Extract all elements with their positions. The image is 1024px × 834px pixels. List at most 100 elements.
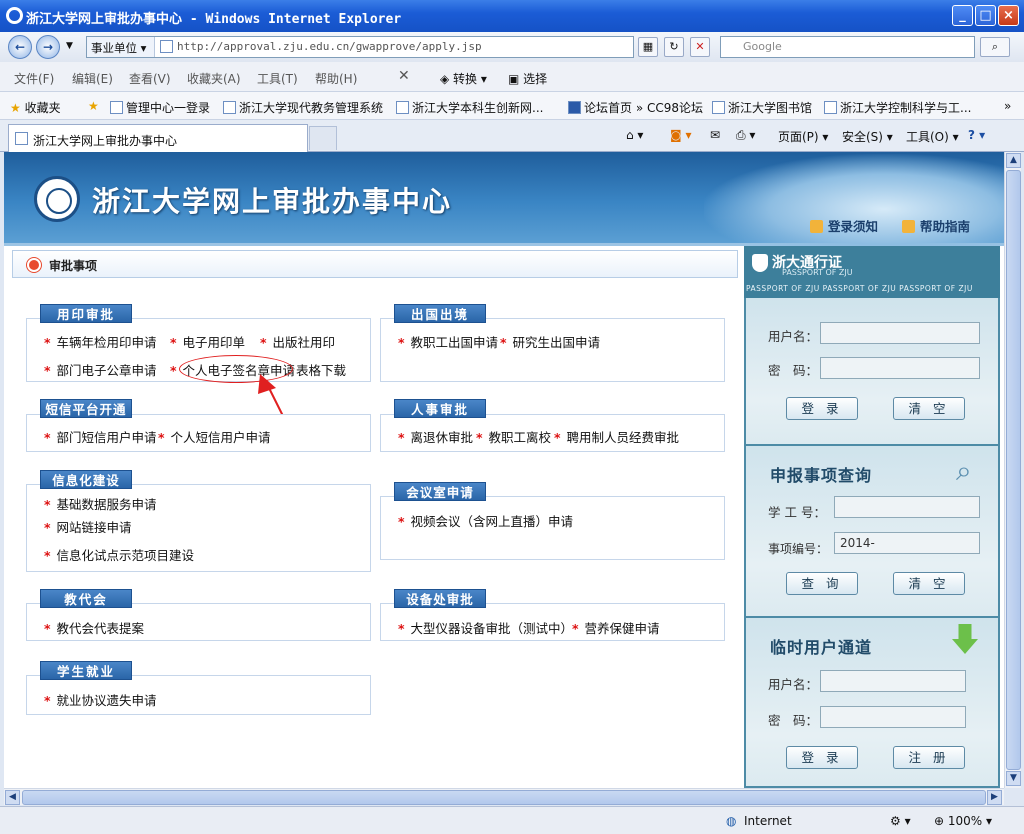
- menu-view[interactable]: 查看(V): [129, 70, 171, 87]
- item-contract-funds[interactable]: 聘用制人员经费审批: [554, 427, 680, 446]
- more-favorites-icon[interactable]: »: [1004, 99, 1011, 113]
- item-retirement[interactable]: 离退休审批: [398, 427, 474, 446]
- shield-icon: [752, 254, 768, 272]
- guide-icon: [902, 220, 915, 233]
- item-data-service[interactable]: 基础数据服务申请: [44, 494, 157, 513]
- item-staff-abroad[interactable]: 教职工出国申请: [398, 332, 499, 351]
- fav-link-0[interactable]: 管理中心一登录: [110, 99, 210, 116]
- item-congress-proposal[interactable]: 教代会代表提案: [44, 618, 145, 637]
- rss-icon[interactable]: ◙ ▾: [670, 128, 691, 142]
- search-icon[interactable]: ⌕: [980, 37, 1010, 57]
- menu-favorites[interactable]: 收藏夹(A): [187, 70, 241, 87]
- scroll-right-icon[interactable]: ▶: [987, 790, 1002, 805]
- page-menu[interactable]: 页面(P) ▾: [778, 128, 828, 145]
- select-button[interactable]: ▣ 选择: [508, 70, 547, 87]
- home-icon[interactable]: ⌂ ▾: [626, 128, 643, 142]
- menu-file[interactable]: 文件(F): [14, 70, 54, 87]
- menu-help[interactable]: 帮助(H): [315, 70, 357, 87]
- history-dropdown-icon[interactable]: ▼: [66, 41, 73, 51]
- fav-link-3[interactable]: 论坛首页 » CC98论坛: [568, 99, 703, 116]
- globe-icon: ◍: [726, 814, 737, 828]
- item-website-link[interactable]: 网站链接申请: [44, 517, 132, 536]
- clear-login-button[interactable]: 清 空: [893, 397, 965, 420]
- item-large-instrument[interactable]: 大型仪器设备审批（测试中）: [398, 618, 574, 637]
- login-notice-link[interactable]: 登录须知: [810, 216, 878, 235]
- print-icon[interactable]: ⎙ ▾: [736, 128, 755, 143]
- translate-button[interactable]: ◈ 转换 ▾: [440, 70, 487, 87]
- help-guide-link[interactable]: 帮助指南: [902, 216, 970, 235]
- zoom-control[interactable]: ⊕ 100% ▾: [934, 814, 992, 828]
- add-favorite-icon[interactable]: ★: [88, 99, 99, 113]
- tab-current[interactable]: 浙江大学网上审批办事中心: [8, 124, 308, 152]
- username-label: 用户名：: [768, 329, 819, 344]
- select-label: 选择: [523, 72, 548, 86]
- tools-menu-label: 工具(O): [906, 130, 949, 144]
- item-staff-leave[interactable]: 教职工离校: [476, 427, 552, 446]
- new-tab-button[interactable]: [309, 126, 337, 150]
- horizontal-scrollbar[interactable]: ◀ ▶: [4, 788, 1004, 805]
- login-notice-label: 登录须知: [828, 219, 879, 234]
- menu-bar: 文件(F) 编辑(E) 查看(V) 收藏夹(A) 工具(T) 帮助(H) ✕ ◈…: [0, 62, 1024, 92]
- item-dept-sms[interactable]: 部门短信用户申请: [44, 427, 157, 446]
- compat-view-icon[interactable]: ▦: [638, 37, 658, 57]
- minimize-button[interactable]: _: [952, 5, 973, 26]
- scroll-down-icon[interactable]: ▼: [1006, 771, 1021, 786]
- login-button[interactable]: 登 录: [786, 397, 858, 420]
- scroll-left-icon[interactable]: ◀: [5, 790, 20, 805]
- vertical-scrollbar[interactable]: ▲ ▼: [1004, 152, 1021, 788]
- close-window-button[interactable]: ×: [998, 5, 1019, 26]
- item-grad-abroad[interactable]: 研究生出国申请: [500, 332, 601, 351]
- search-input[interactable]: Google: [720, 36, 975, 58]
- fav-link-label: 浙江大学控制科学与工...: [840, 101, 972, 115]
- clear-query-button[interactable]: 清 空: [893, 572, 965, 595]
- item-e-seal-form[interactable]: 电子用印单: [170, 332, 246, 351]
- item-video-conference[interactable]: 视频会议（含网上直播）申请: [398, 511, 574, 530]
- category-congress-title: 教代会: [40, 589, 132, 608]
- student-no-input[interactable]: [834, 496, 980, 518]
- item-lost-agreement[interactable]: 就业协议遗失申请: [44, 690, 157, 709]
- fav-link-1[interactable]: 浙江大学现代教务管理系统: [223, 99, 383, 116]
- item-nutrition[interactable]: 营养保健申请: [572, 618, 660, 637]
- safety-menu[interactable]: 安全(S) ▾: [842, 128, 893, 145]
- password-input[interactable]: [820, 357, 980, 379]
- protected-mode-icon[interactable]: ⚙ ▾: [890, 814, 911, 828]
- favorites-button[interactable]: ★ 收藏夹: [10, 99, 61, 116]
- section-header: 审批事项: [12, 250, 738, 278]
- tab-title: 浙江大学网上审批办事中心: [33, 134, 178, 148]
- fav-link-4[interactable]: 浙江大学图书馆: [712, 99, 812, 116]
- temp-login-button[interactable]: 登 录: [786, 746, 858, 769]
- url-text[interactable]: http://approval.zju.edu.cn/gwapprove/app…: [177, 40, 482, 53]
- fav-link-2[interactable]: 浙江大学本科生创新网...: [396, 99, 543, 116]
- horizontal-scroll-thumb[interactable]: [22, 790, 986, 805]
- back-button[interactable]: ←: [8, 35, 32, 59]
- forward-button[interactable]: →: [36, 35, 60, 59]
- scroll-up-icon[interactable]: ▲: [1006, 153, 1021, 168]
- tab-page-icon: [15, 132, 28, 145]
- fav-link-5[interactable]: 浙江大学控制科学与工...: [824, 99, 971, 116]
- temp-password-input[interactable]: [820, 706, 966, 728]
- menu-tools[interactable]: 工具(T): [257, 70, 298, 87]
- username-input[interactable]: [820, 322, 980, 344]
- item-vehicle-seal[interactable]: 车辆年检用印申请: [44, 332, 157, 351]
- address-field[interactable]: 事业单位 ▾ http://approval.zju.edu.cn/gwappr…: [86, 36, 634, 58]
- item-personal-sms[interactable]: 个人短信用户申请: [158, 427, 271, 446]
- refresh-icon[interactable]: ↻: [664, 37, 684, 57]
- fav-link-label: 浙江大学图书馆: [728, 101, 813, 115]
- temp-username-input[interactable]: [820, 670, 966, 692]
- maximize-button[interactable]: □: [975, 5, 996, 26]
- help-icon[interactable]: ? ▾: [968, 128, 985, 142]
- status-bar: ◍ Internet ⚙ ▾ ⊕ 100% ▾: [0, 806, 1024, 834]
- item-no-input[interactable]: 2014-: [834, 532, 980, 554]
- item-press-seal[interactable]: 出版社用印: [260, 332, 336, 351]
- zone-selector[interactable]: 事业单位 ▾: [87, 37, 155, 57]
- menu-edit[interactable]: 编辑(E): [72, 70, 113, 87]
- mail-icon[interactable]: ✉: [710, 128, 720, 142]
- item-dept-e-seal[interactable]: 部门电子公章申请: [44, 360, 157, 379]
- stop-icon[interactable]: ✕: [690, 37, 710, 57]
- tools-menu[interactable]: 工具(O) ▾: [906, 128, 959, 145]
- query-button[interactable]: 查 询: [786, 572, 858, 595]
- item-it-pilot-project[interactable]: 信息化试点示范项目建设: [44, 545, 195, 564]
- vertical-scroll-thumb[interactable]: [1006, 170, 1021, 770]
- close-toolbar-icon[interactable]: ✕: [398, 68, 410, 84]
- register-button[interactable]: 注 册: [893, 746, 965, 769]
